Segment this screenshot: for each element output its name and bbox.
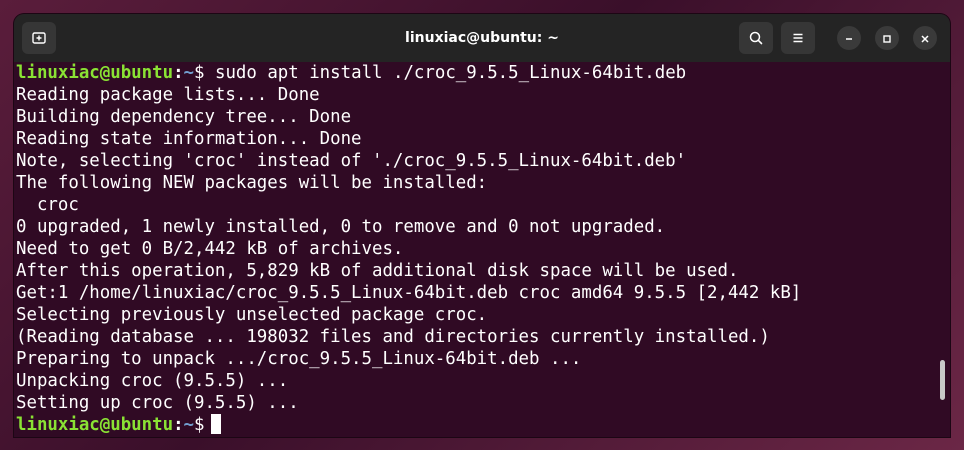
output-line: The following NEW packages will be insta… [16, 173, 488, 193]
new-tab-button[interactable] [22, 22, 56, 54]
close-icon [920, 29, 930, 48]
new-tab-icon [31, 30, 47, 46]
output-line: Selecting previously unselected package … [16, 305, 488, 325]
command-line: linuxiac@ubuntu:~$ sudo apt install ./cr… [16, 62, 950, 84]
prompt-separator: : [173, 415, 184, 435]
output-line: Setting up croc (9.5.5) ... [16, 393, 299, 413]
titlebar[interactable]: linuxiac@ubuntu: ~ [14, 14, 950, 63]
active-prompt-line[interactable]: linuxiac@ubuntu:~$ [16, 414, 950, 436]
output-line: Reading state information... Done [16, 129, 362, 149]
command-text: sudo apt install ./croc_9.5.5_Linux-64bi… [204, 63, 687, 83]
output-line: (Reading database ... 198032 files and d… [16, 327, 770, 347]
maximize-icon [882, 29, 892, 48]
output-line: After this operation, 5,829 kB of additi… [16, 261, 739, 281]
text-cursor [210, 414, 221, 434]
prompt-user-host: linuxiac@ubuntu [16, 63, 174, 83]
prompt-sign: $ [194, 415, 205, 435]
output-line: croc [16, 195, 79, 215]
output-line: Preparing to unpack .../croc_9.5.5_Linux… [16, 349, 582, 369]
maximize-button[interactable] [875, 26, 899, 50]
terminal-output[interactable]: linuxiac@ubuntu:~$ sudo apt install ./cr… [14, 62, 950, 437]
output-line: Building dependency tree... Done [16, 107, 352, 127]
output-line: Unpacking croc (9.5.5) ... [16, 371, 289, 391]
minimize-button[interactable] [837, 26, 861, 50]
prompt-path: ~ [183, 415, 195, 435]
prompt-path: ~ [183, 63, 195, 83]
close-button[interactable] [913, 26, 937, 50]
output-line: Need to get 0 B/2,442 kB of archives. [16, 239, 404, 259]
output-line: 0 upgraded, 1 newly installed, 0 to remo… [16, 217, 666, 237]
output-line: Reading package lists... Done [16, 85, 320, 105]
search-button[interactable] [739, 22, 773, 54]
output-line: Get:1 /home/linuxiac/croc_9.5.5_Linux-64… [16, 283, 802, 303]
terminal-window[interactable]: linuxiac@ubuntu: ~ linuxiac@ubuntu:~$ su… [14, 14, 950, 437]
prompt-user-host: linuxiac@ubuntu [16, 415, 174, 435]
search-icon [748, 30, 764, 46]
scrollbar-thumb[interactable] [940, 360, 945, 400]
prompt-sign: $ [194, 63, 205, 83]
hamburger-menu-icon [790, 30, 806, 46]
output-line: Note, selecting 'croc' instead of './cro… [16, 151, 687, 171]
minimize-icon [844, 29, 854, 48]
menu-button[interactable] [781, 22, 815, 54]
prompt-separator: : [173, 63, 184, 83]
